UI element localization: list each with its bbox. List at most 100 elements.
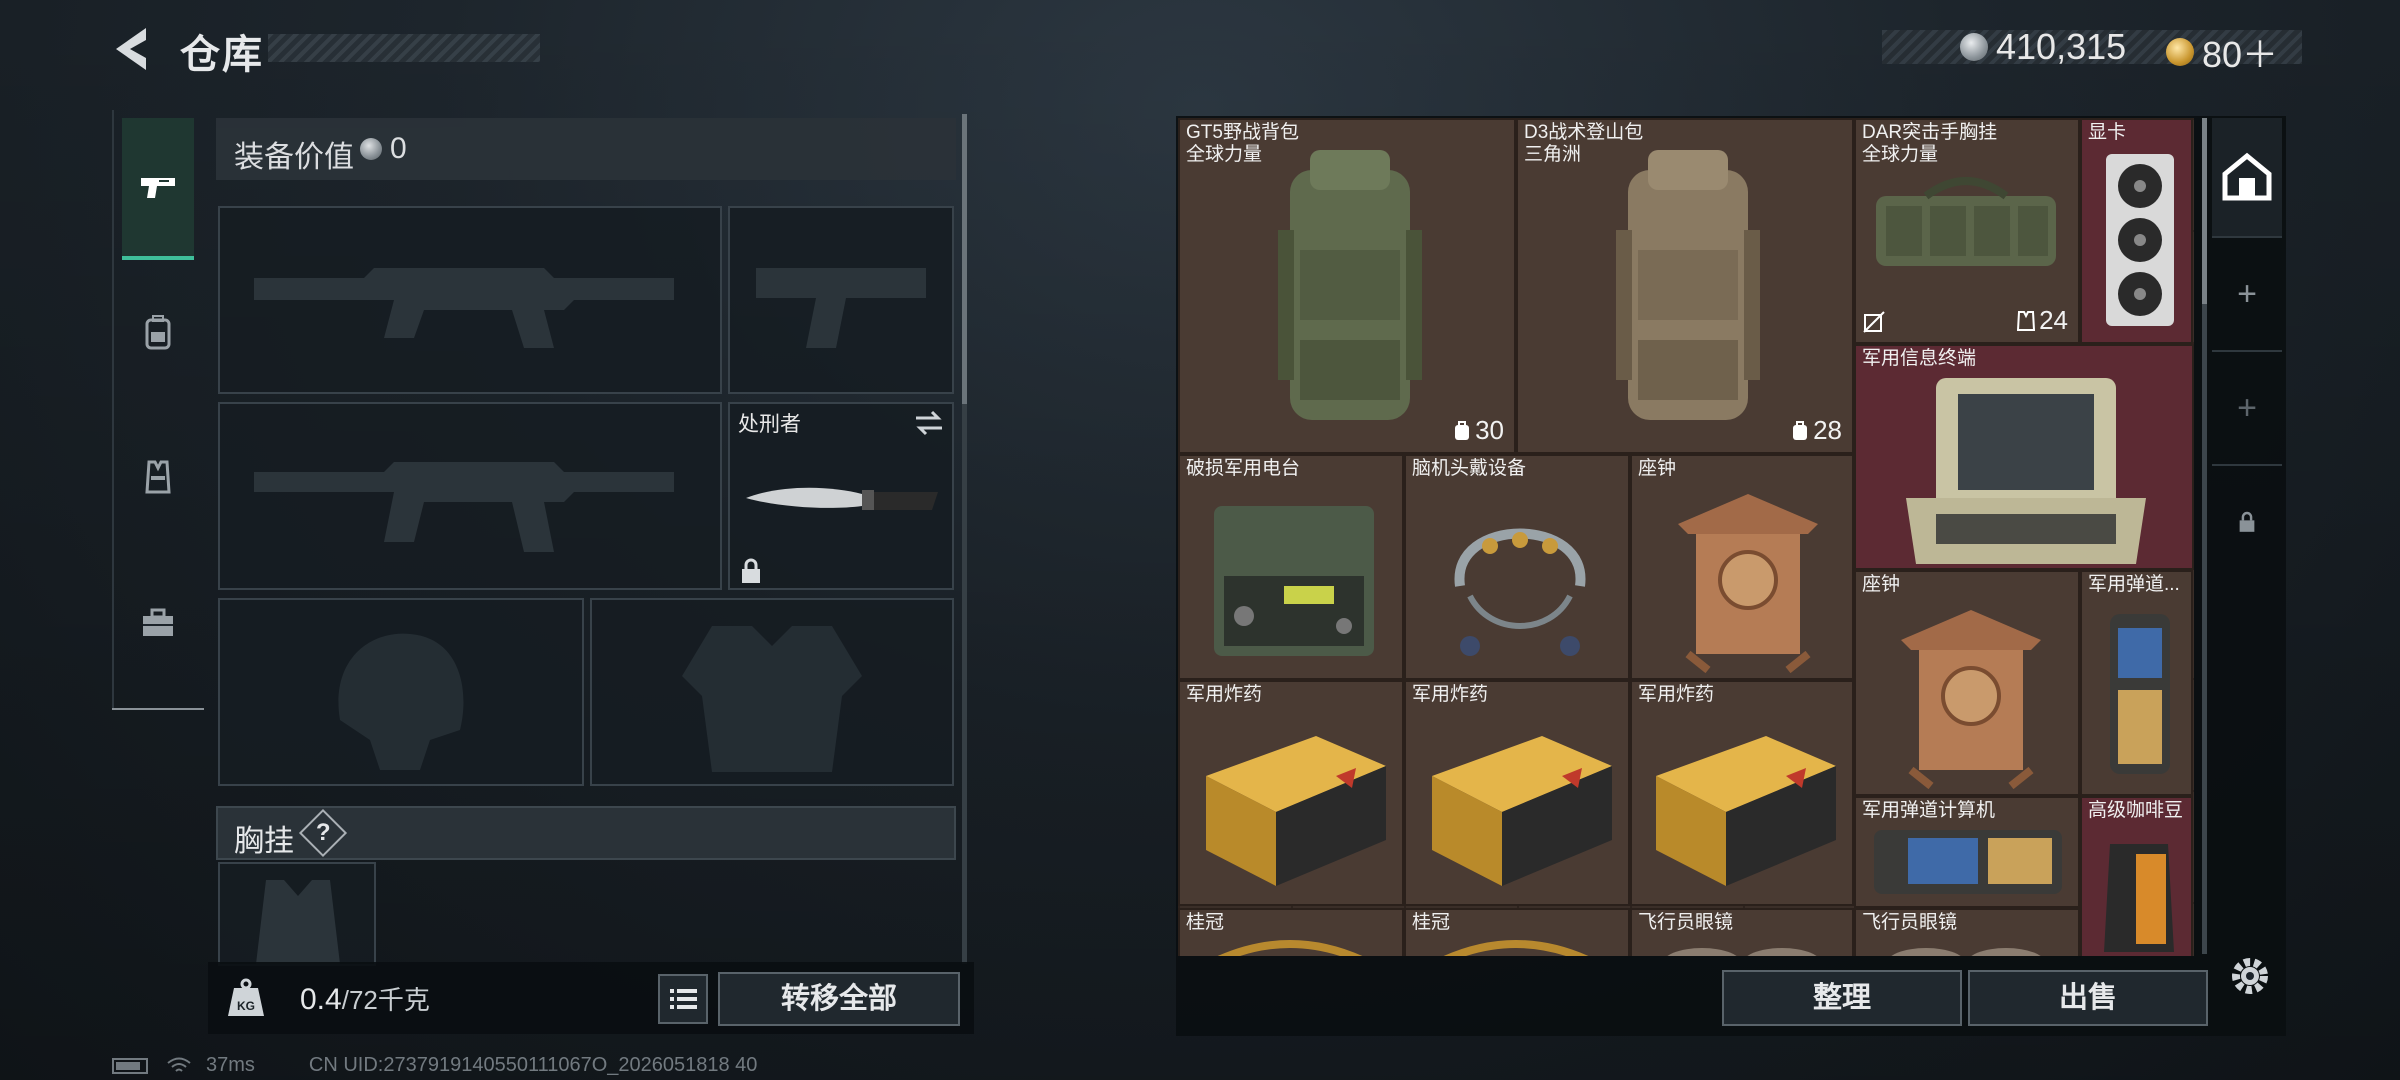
item-name: 桂冠 xyxy=(1186,912,1225,933)
transfer-all-button[interactable]: 转移全部 xyxy=(718,972,960,1026)
mountain-backpack-image xyxy=(1616,150,1760,420)
item-name: 军用炸药 xyxy=(1412,684,1489,705)
inventory-item[interactable]: 军用信息终端 xyxy=(1854,344,2194,570)
lock-icon xyxy=(2239,511,2255,532)
swap-icon[interactable] xyxy=(914,410,944,436)
item-name: 座钟 xyxy=(1862,574,1901,595)
tab-vests[interactable] xyxy=(122,408,194,546)
inventory-item[interactable]: 飞行员眼镜 xyxy=(1630,908,1854,956)
inventory-item[interactable]: 桂冠 xyxy=(1404,908,1630,956)
item-name: 飞行员眼镜 xyxy=(1862,912,1958,933)
inventory-item[interactable]: 显卡 xyxy=(2080,118,2193,344)
back-arrow-icon[interactable] xyxy=(110,24,154,74)
item-name: 桂冠 xyxy=(1412,912,1451,933)
silver-coin-icon xyxy=(1960,33,1988,61)
gold-currency[interactable]: 80＋ xyxy=(2166,26,2278,78)
armor-silhouette-icon xyxy=(682,626,862,772)
inventory-item[interactable]: 军用弹道计算机 xyxy=(1854,796,2080,908)
inventory-item[interactable]: 军用炸药 xyxy=(1178,680,1404,906)
toolbox-icon xyxy=(143,608,173,636)
laurel-wreath-image xyxy=(1217,940,1363,956)
help-icon[interactable]: ? xyxy=(298,808,348,858)
inventory-scrollbar-thumb[interactable] xyxy=(2202,118,2207,304)
ballistic-device-image xyxy=(2110,614,2170,774)
inventory-scrollbar-track xyxy=(2202,304,2207,954)
field-backpack-image xyxy=(1278,150,1422,420)
equipment-value-label: 装备价值 xyxy=(234,141,354,174)
sort-button[interactable]: 整理 xyxy=(1722,970,1962,1026)
inventory-item[interactable]: 飞行员眼镜 xyxy=(1854,908,2080,956)
inventory-item[interactable]: 军用炸药 xyxy=(1630,680,1854,906)
inventory-item[interactable]: 破损军用电台 xyxy=(1178,454,1404,680)
tab-backpacks[interactable] xyxy=(122,264,194,402)
add-storage-button[interactable]: + xyxy=(2212,238,2282,350)
inventory-item[interactable]: GT5野战背包 全球力量 30 xyxy=(1178,118,1516,454)
brain-headset-image xyxy=(1454,528,1586,656)
category-sidebar xyxy=(112,110,204,710)
item-name: 脑机头戴设备 xyxy=(1412,458,1527,479)
info-terminal-image xyxy=(1906,378,2146,564)
inventory-item[interactable]: 军用炸药 xyxy=(1404,680,1630,906)
rifle-silhouette-icon-2 xyxy=(254,462,674,552)
page-title: 仓库 xyxy=(180,33,264,77)
aviator-glasses-image-2 xyxy=(1891,948,2041,956)
storage-tabs: + + xyxy=(2212,118,2282,948)
sell-button[interactable]: 出售 xyxy=(1968,970,2208,1026)
tab-storage-main[interactable] xyxy=(2212,118,2282,236)
inventory-item[interactable]: 座钟 xyxy=(1854,570,2080,796)
tab-toolbox[interactable] xyxy=(122,554,194,692)
gear-icon[interactable] xyxy=(2226,952,2274,1000)
locked-storage-tab[interactable] xyxy=(2212,466,2282,578)
plus-icon: + xyxy=(2237,274,2257,313)
item-count: 28 xyxy=(1813,415,1842,445)
item-name: 军用炸药 xyxy=(1186,684,1263,705)
weight-bar: KG 0.4/72千克 转移全部 xyxy=(208,962,974,1034)
weight-max: /72千克 xyxy=(341,985,430,1015)
title-decoration xyxy=(268,34,540,62)
vest-section-label: 胸挂 xyxy=(234,825,294,858)
lock-icon xyxy=(742,558,760,583)
equipment-value-row: 装备价值 0 xyxy=(216,118,956,180)
item-capacity: 24 xyxy=(2017,305,2068,336)
left-scrollbar-thumb[interactable] xyxy=(962,114,967,404)
primary-weapon-slot[interactable] xyxy=(218,206,722,394)
gold-coin-icon xyxy=(2166,38,2194,66)
inventory-item[interactable]: 桂冠 xyxy=(1178,908,1404,956)
item-count: 30 xyxy=(1475,415,1504,445)
list-icon xyxy=(670,989,697,1009)
inventory-item[interactable]: 军用弹道... xyxy=(2080,570,2193,796)
chest-rig-image xyxy=(1876,177,2056,266)
armor-slot[interactable] xyxy=(590,598,954,786)
weight-current: 0.4 xyxy=(300,983,342,1016)
inventory-item[interactable]: 高级咖啡豆 xyxy=(2080,796,2193,956)
silver-currency: 410,315 xyxy=(1960,26,2126,68)
storage-icon xyxy=(2222,152,2272,201)
sidearm-slot[interactable] xyxy=(728,206,954,394)
plus-icon: + xyxy=(2237,388,2257,427)
inventory-grid: GT5野战背包 全球力量 30 D3战术登山包 三角洲 28 DAR突击手胸挂 … xyxy=(1178,118,2194,956)
silver-amount: 410,315 xyxy=(1996,26,2127,67)
battery-icon xyxy=(112,1057,148,1074)
inventory-item[interactable]: 脑机头戴设备 xyxy=(1404,454,1630,680)
inventory-item[interactable]: DAR突击手胸挂 全球力量 24 xyxy=(1854,118,2080,344)
item-capacity: 28 xyxy=(1791,415,1842,446)
explosives-crate-image xyxy=(1206,736,1386,886)
item-capacity: 30 xyxy=(1453,415,1504,446)
vest-icon xyxy=(145,460,171,494)
item-subtitle: 三角洲 xyxy=(1524,144,1582,165)
vest-slot[interactable] xyxy=(218,862,376,966)
list-view-button[interactable] xyxy=(658,974,708,1024)
helmet-slot[interactable] xyxy=(218,598,584,786)
item-name: 军用炸药 xyxy=(1638,684,1715,705)
aviator-glasses-image xyxy=(1667,948,1817,956)
add-storage-button-2[interactable]: + xyxy=(2212,352,2282,464)
secondary-weapon-slot[interactable] xyxy=(218,402,722,590)
inventory-item[interactable]: D3战术登山包 三角洲 28 xyxy=(1516,118,1854,454)
melee-slot[interactable]: 处刑者 xyxy=(728,402,954,590)
ballistic-computer-image xyxy=(1874,830,2062,894)
mantel-clock-image xyxy=(1678,494,1818,674)
broken-radio-image xyxy=(1214,506,1374,656)
tab-weapons[interactable] xyxy=(122,118,194,260)
inventory-item[interactable]: 座钟 xyxy=(1630,454,1854,680)
graphics-card-image xyxy=(2106,154,2174,326)
